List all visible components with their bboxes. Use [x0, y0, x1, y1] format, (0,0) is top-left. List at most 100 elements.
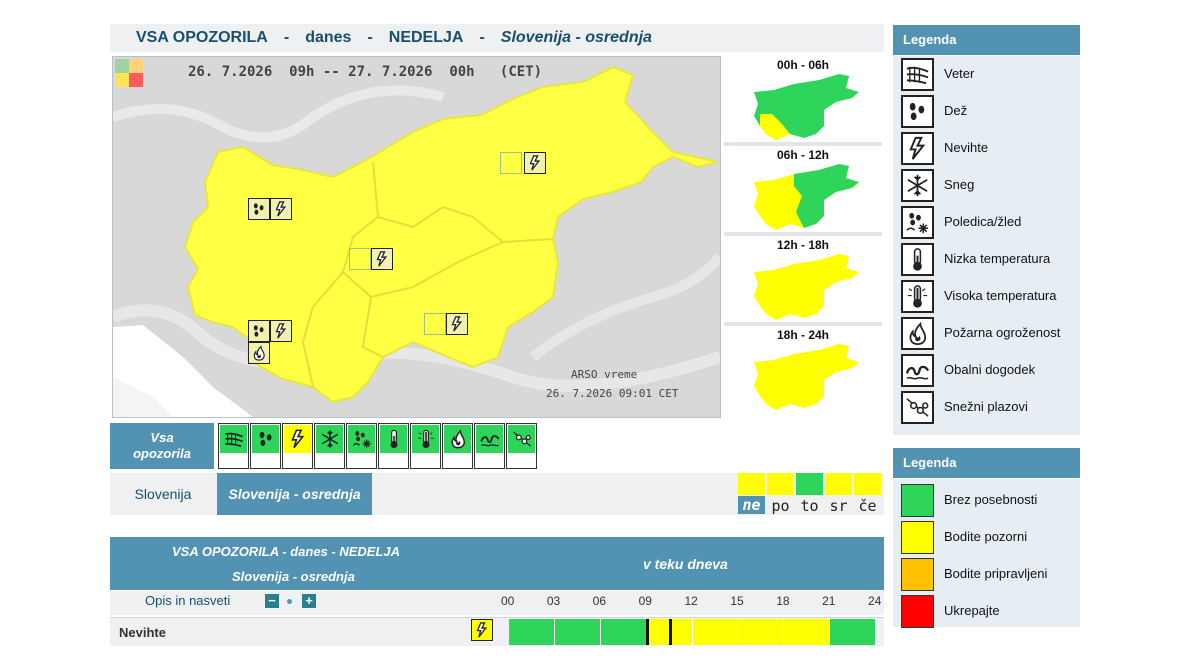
map-time-zone: (CET): [499, 64, 543, 80]
time-map-2[interactable]: 06h - 12h: [724, 146, 882, 230]
day-tab-sr[interactable]: sr: [825, 473, 852, 515]
time-map-1[interactable]: 00h - 06h: [724, 56, 882, 140]
thunderstorm-icon[interactable]: [270, 320, 292, 342]
type-wind-button[interactable]: [218, 423, 249, 469]
type-coastal-event-button[interactable]: [474, 423, 505, 469]
timeline-tick-label: 24: [868, 594, 882, 608]
time-map-4[interactable]: 18h - 24h: [724, 326, 882, 410]
header-day-word: danes: [305, 29, 352, 46]
timeline-segment[interactable]: [509, 619, 555, 645]
color-swatch-green: [901, 484, 934, 517]
low-temperature-icon: [901, 243, 934, 276]
legend-color-item: Ukrepajte: [893, 593, 1080, 630]
timeline-tick-label: 21: [822, 594, 836, 608]
all-warnings-label-2: opozorila: [133, 446, 191, 461]
timeline-segment[interactable]: [600, 619, 647, 645]
legend-color-label: Bodite pozorni: [944, 529, 1028, 544]
legend-item: Dež: [893, 93, 1080, 130]
type-avalanche-button[interactable]: [506, 423, 537, 469]
day-tab-po[interactable]: po: [767, 473, 794, 515]
collapse-button[interactable]: −: [265, 594, 279, 608]
color-swatch-red: [901, 595, 934, 628]
legend-item-label: Visoka temperatura: [944, 288, 1057, 303]
wind-icon: [220, 425, 247, 453]
timeline-tick-label: 06: [592, 594, 607, 608]
type-rain-button[interactable]: [250, 423, 281, 469]
day-status-swatch: [825, 473, 852, 495]
rain-icon: [901, 95, 934, 128]
timeline-segment[interactable]: [692, 619, 739, 645]
day-tab-ce[interactable]: če: [854, 473, 881, 515]
time-map-shape: [754, 254, 859, 320]
fire-danger-icon: [901, 317, 934, 350]
dot-icon: [287, 599, 292, 604]
timeline-tick-label: 03: [546, 594, 561, 608]
header-separator: -: [283, 29, 290, 46]
legend-item: Nizka temperatura: [893, 241, 1080, 278]
timeline-row-label: Nevihte: [119, 625, 166, 640]
timeline-tick-label: 12: [684, 594, 698, 608]
header-separator: -: [367, 29, 373, 46]
timeline-segment[interactable]: [830, 619, 876, 645]
day-label: po: [771, 497, 790, 515]
legend-color-label: Brez posebnosti: [944, 492, 1038, 507]
all-warnings-button[interactable]: Vsa opozorila: [110, 423, 214, 469]
legend-item-label: Poledica/žled: [944, 214, 1022, 229]
thunderstorm-icon: [901, 132, 934, 165]
map-date-from: 26. 7.2026 09h: [188, 64, 315, 80]
ice-icon: [348, 425, 375, 453]
timeline-marker: [645, 619, 649, 645]
map-canvas: [113, 57, 720, 417]
time-map-3[interactable]: 12h - 18h: [724, 236, 882, 320]
rain-icon[interactable]: [248, 198, 270, 220]
legend-item: Snežni plazovi: [893, 389, 1080, 426]
region-tab-slovenija[interactable]: Slovenija: [110, 473, 216, 515]
map-source-label: ARSO vreme: [571, 368, 638, 381]
legend-color-item: Bodite pripravljeni: [893, 556, 1080, 593]
day-status-swatch: [767, 473, 794, 495]
time-map-shape: [754, 164, 859, 230]
thunderstorm-icon[interactable]: [524, 152, 546, 174]
thunderstorm-icon[interactable]: [471, 619, 493, 641]
map-date-to: 27. 7.2026 00h: [348, 64, 475, 80]
region-tab-selected[interactable]: Slovenija - osrednja: [217, 473, 372, 515]
legend-item-label: Sneg: [944, 177, 975, 192]
type-snow-button[interactable]: [314, 423, 345, 469]
timeline-segment[interactable]: [738, 619, 785, 645]
timeline-tick-label: 09: [638, 594, 652, 608]
expand-button[interactable]: +: [302, 594, 316, 608]
wind-icon: [901, 58, 934, 91]
timeline-segment[interactable]: [554, 619, 601, 645]
timeline-segment[interactable]: [784, 619, 831, 645]
snow-icon: [316, 425, 343, 453]
header-separator: -: [479, 29, 485, 46]
day-tab-to[interactable]: to: [796, 473, 823, 515]
type-thunderstorm-button[interactable]: [282, 423, 313, 469]
thunderstorm-icon[interactable]: [371, 248, 393, 270]
coastal-event-icon: [901, 354, 934, 387]
type-ice-button[interactable]: [346, 423, 377, 469]
rain-icon[interactable]: [248, 320, 270, 342]
type-fire-danger-button[interactable]: [442, 423, 473, 469]
legend-item-label: Nevihte: [944, 140, 989, 155]
day-tab-ne[interactable]: ne: [738, 473, 765, 515]
coastal-event-icon: [476, 425, 503, 453]
thunderstorm-icon[interactable]: [446, 313, 468, 335]
day-label: ne: [738, 496, 765, 514]
fire-danger-icon[interactable]: [248, 342, 270, 364]
color-swatch-yellow: [901, 521, 934, 554]
legend-color-label: Bodite pripravljeni: [944, 566, 1048, 581]
map-date-dash: --: [322, 64, 340, 80]
thunderstorm-icon[interactable]: [270, 198, 292, 220]
warning-map[interactable]: [112, 56, 721, 418]
timeline-tick-label: 18: [776, 594, 790, 608]
snow-icon: [901, 169, 934, 202]
high-temperature-icon: [412, 425, 439, 453]
type-high-temperature-button[interactable]: [410, 423, 441, 469]
timeline-title: VSA OPOZORILA - danes - NEDELJA: [172, 544, 401, 559]
day-status-swatch: [796, 473, 823, 495]
time-map-shape: [754, 344, 859, 410]
type-low-temperature-button[interactable]: [378, 423, 409, 469]
day-label: če: [858, 497, 877, 515]
page-header: VSA OPOZORILA - danes - NEDELJA - Sloven…: [110, 24, 884, 52]
